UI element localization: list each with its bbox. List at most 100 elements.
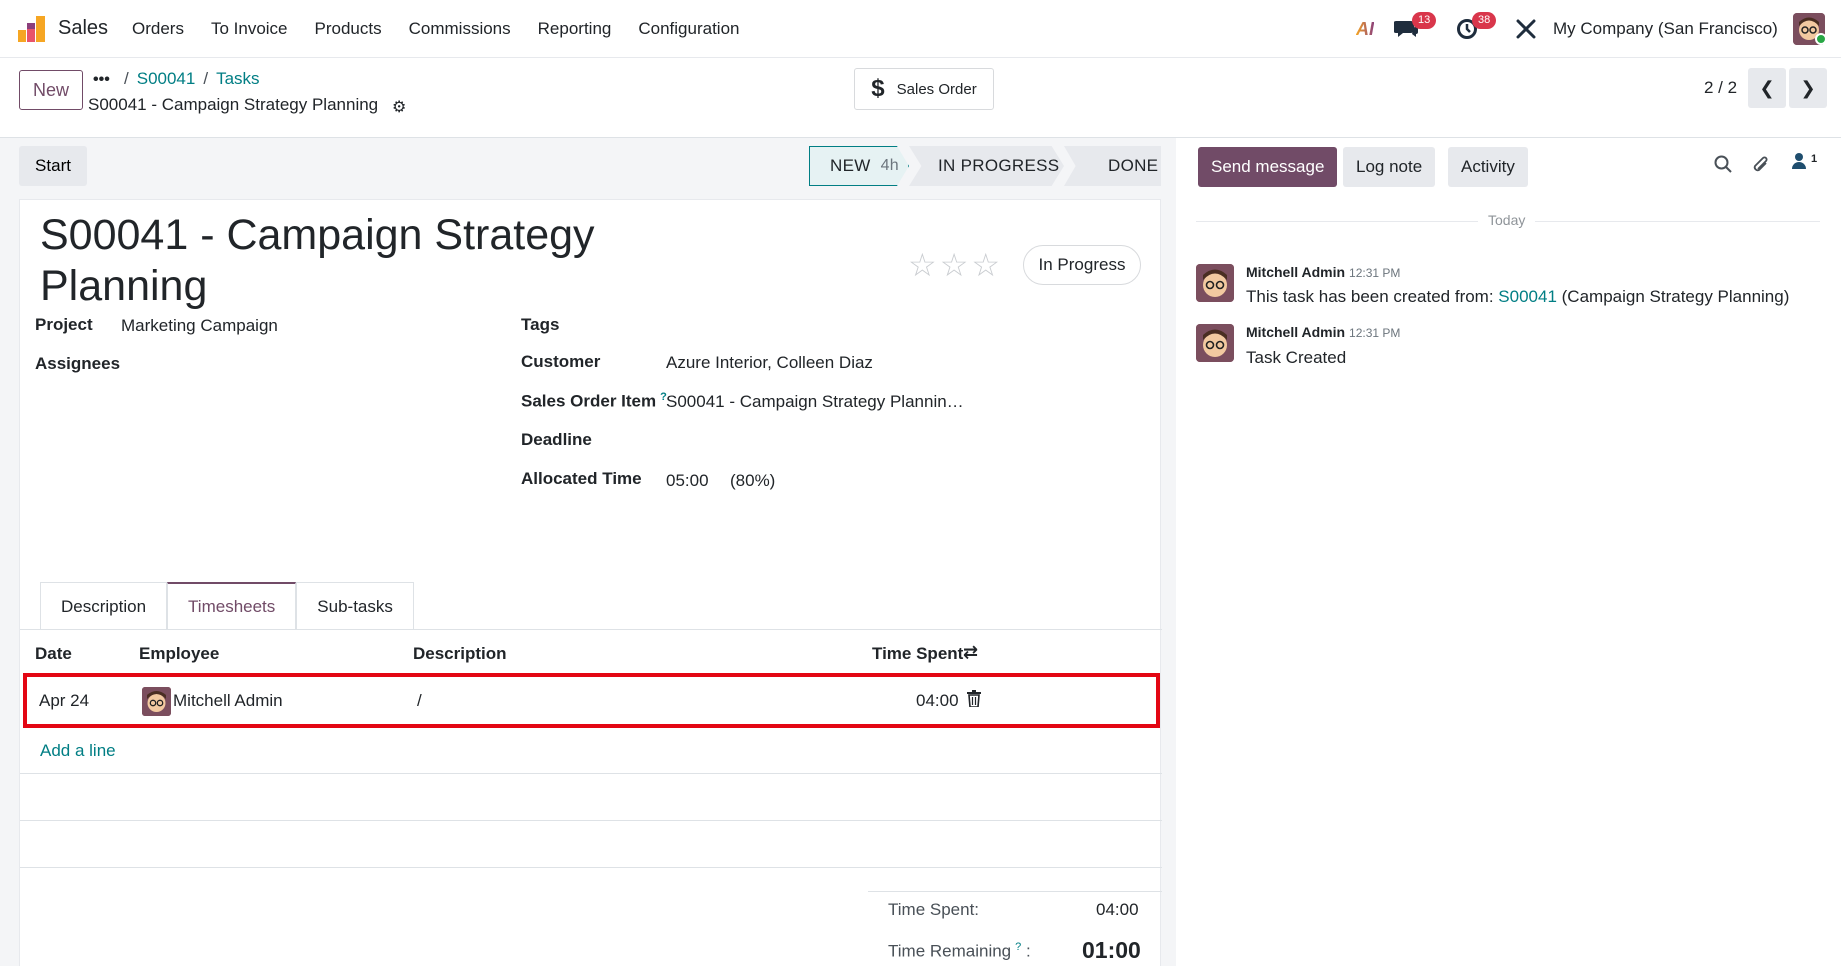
pager-value[interactable]: 2 / 2 — [1704, 78, 1737, 98]
sales-order-item-field[interactable]: S00041 - Campaign Strategy Plannin… — [666, 392, 964, 412]
sales-app-icon[interactable] — [18, 16, 46, 42]
table-row[interactable]: Apr 24 Mitchell Admin / 04:00 — [23, 673, 1160, 728]
followers-button[interactable]: 1 — [1792, 153, 1817, 174]
pager-next-button[interactable]: ❯ — [1789, 68, 1827, 108]
form-scrollbar[interactable]: ▲ ▼ — [1174, 138, 1176, 966]
sales-order-smart-button[interactable]: $ Sales Order — [854, 68, 994, 110]
ai-icon-label: AI — [1356, 18, 1374, 39]
add-line-link[interactable]: Add a line — [40, 741, 116, 761]
customer-field[interactable]: Azure Interior, Colleen Diaz — [666, 353, 873, 373]
messages-badge: 13 — [1412, 12, 1437, 29]
main-menu: Orders To Invoice Products Commissions R… — [132, 19, 766, 39]
stage-done[interactable]: DONE — [1064, 146, 1161, 186]
activities-badge: 38 — [1472, 12, 1497, 29]
message-link-sale-order[interactable]: S00041 — [1498, 287, 1557, 306]
activities-button[interactable]: 38 — [1456, 12, 1497, 46]
time-remaining-label: Time Remaining? : — [888, 941, 1031, 962]
stage-new[interactable]: NEW 4h — [809, 146, 909, 186]
menu-commissions[interactable]: Commissions — [409, 19, 511, 39]
stage-done-label: DONE — [1108, 156, 1159, 175]
activity-button[interactable]: Activity — [1448, 147, 1528, 187]
row-employee[interactable]: Mitchell Admin — [173, 691, 283, 711]
record-title: S00041 - Campaign Strategy Planning — [88, 95, 379, 114]
chevron-left-icon: ❮ — [1759, 77, 1775, 98]
allocated-time-percent: (80%) — [730, 471, 776, 490]
trash-icon[interactable] — [967, 690, 981, 712]
app-name[interactable]: Sales — [58, 17, 108, 40]
menu-to-invoice[interactable]: To Invoice — [211, 19, 288, 39]
task-title[interactable]: S00041 - Campaign Strategy Planning — [40, 210, 660, 312]
dollar-icon: $ — [871, 75, 885, 102]
pager-previous-button[interactable]: ❮ — [1748, 68, 1786, 108]
optional-columns-icon[interactable]: ⇄ — [963, 642, 978, 663]
column-date[interactable]: Date — [35, 644, 72, 664]
send-message-button[interactable]: Send message — [1198, 147, 1338, 187]
new-button[interactable]: New — [19, 70, 83, 110]
time-remaining-label-text: Time Remaining — [888, 941, 1012, 961]
time-spent-total-value: 04:00 — [1096, 900, 1139, 919]
message-body-suffix: (Campaign Strategy Planning) — [1556, 287, 1790, 306]
menu-orders[interactable]: Orders — [132, 19, 184, 39]
avatar[interactable] — [1196, 264, 1234, 302]
breadcrumb-sale-order[interactable]: S00041 — [137, 69, 196, 88]
notebook-tabs: Description Timesheets Sub-tasks — [40, 582, 414, 630]
log-note-button[interactable]: Log note — [1343, 147, 1436, 187]
search-icon[interactable] — [1714, 155, 1732, 178]
menu-configuration[interactable]: Configuration — [638, 19, 739, 39]
allocated-time-field[interactable]: 05:00 — [666, 471, 709, 491]
followers-count: 1 — [1811, 153, 1818, 165]
date-separator: Today — [1478, 212, 1536, 228]
chevron-right-icon: ❯ — [1800, 77, 1816, 98]
stage-in-progress-label: IN PROGRESS — [938, 156, 1060, 175]
start-button[interactable]: Start — [19, 146, 87, 186]
top-navbar: Sales Orders To Invoice Products Commiss… — [0, 0, 1841, 58]
column-description[interactable]: Description — [413, 644, 507, 664]
priority-stars-icon[interactable]: ☆☆☆ — [908, 246, 1003, 284]
statusbar: Start IN PROGRESS DONE NEW 4h — [19, 146, 1161, 192]
control-panel: New ••• / S00041/Tasks S00041 - Campaign … — [0, 58, 1841, 138]
row-date[interactable]: Apr 24 — [39, 691, 89, 711]
time-remaining-value: 01:00 — [1082, 937, 1141, 963]
paperclip-icon[interactable] — [1752, 155, 1770, 180]
company-switcher[interactable]: My Company (San Francisco) — [1553, 19, 1778, 39]
allocated-time-label: Allocated Time — [521, 469, 642, 488]
gear-icon[interactable]: ⚙ — [392, 97, 406, 117]
scroll-up-icon[interactable]: ▲ — [1175, 140, 1176, 149]
avatar[interactable] — [1196, 324, 1234, 362]
form-sheet: S00041 - Campaign Strategy Planning ☆☆☆ … — [19, 199, 1162, 966]
chatter-panel: Send message Log note Activity 1 Today M… — [1186, 138, 1841, 966]
time-remaining-colon: : — [1026, 941, 1031, 961]
scroll-down-icon[interactable]: ▼ — [1175, 950, 1176, 959]
tools-icon[interactable] — [1515, 12, 1537, 46]
deadline-label: Deadline — [521, 430, 592, 449]
message-body: Task Created — [1246, 348, 1347, 367]
message-author[interactable]: Mitchell Admin 12:31 PM — [1246, 324, 1400, 340]
row-description[interactable]: / — [417, 691, 422, 711]
menu-reporting[interactable]: Reporting — [538, 19, 612, 39]
tab-sub-tasks[interactable]: Sub-tasks — [296, 582, 414, 630]
help-icon[interactable]: ? — [1015, 941, 1021, 953]
summary-divider — [868, 891, 1162, 892]
state-button[interactable]: In Progress — [1023, 245, 1141, 285]
messages-button[interactable]: 13 — [1394, 12, 1437, 46]
breadcrumb-tasks[interactable]: Tasks — [216, 69, 259, 88]
column-time-spent[interactable]: Time Spent — [872, 644, 963, 664]
assignees-label: Assignees — [35, 354, 121, 373]
message-body: This task has been created from: S00041 … — [1246, 287, 1789, 307]
menu-products[interactable]: Products — [315, 19, 382, 39]
breadcrumb-more-icon[interactable]: ••• — [93, 71, 110, 89]
sales-order-label: Sales Order — [896, 80, 977, 98]
message-body-prefix: This task has been created from: — [1246, 287, 1499, 306]
tab-timesheets[interactable]: Timesheets — [167, 582, 297, 630]
message-author-name: Mitchell Admin — [1246, 264, 1346, 280]
stage-in-progress[interactable]: IN PROGRESS — [909, 146, 1064, 186]
message-author[interactable]: Mitchell Admin 12:31 PM — [1246, 264, 1400, 280]
form-view: Start IN PROGRESS DONE NEW 4h S00041 - Ca… — [0, 138, 1176, 966]
row-time-spent[interactable]: 04:00 — [916, 691, 959, 711]
sales-order-item-label: Sales Order Item? — [521, 391, 667, 412]
project-field[interactable]: Marketing Campaign — [121, 316, 278, 336]
column-employee[interactable]: Employee — [139, 644, 219, 664]
ai-icon[interactable]: AI — [1356, 12, 1374, 46]
user-icon — [1792, 153, 1806, 169]
tab-description[interactable]: Description — [40, 582, 168, 630]
